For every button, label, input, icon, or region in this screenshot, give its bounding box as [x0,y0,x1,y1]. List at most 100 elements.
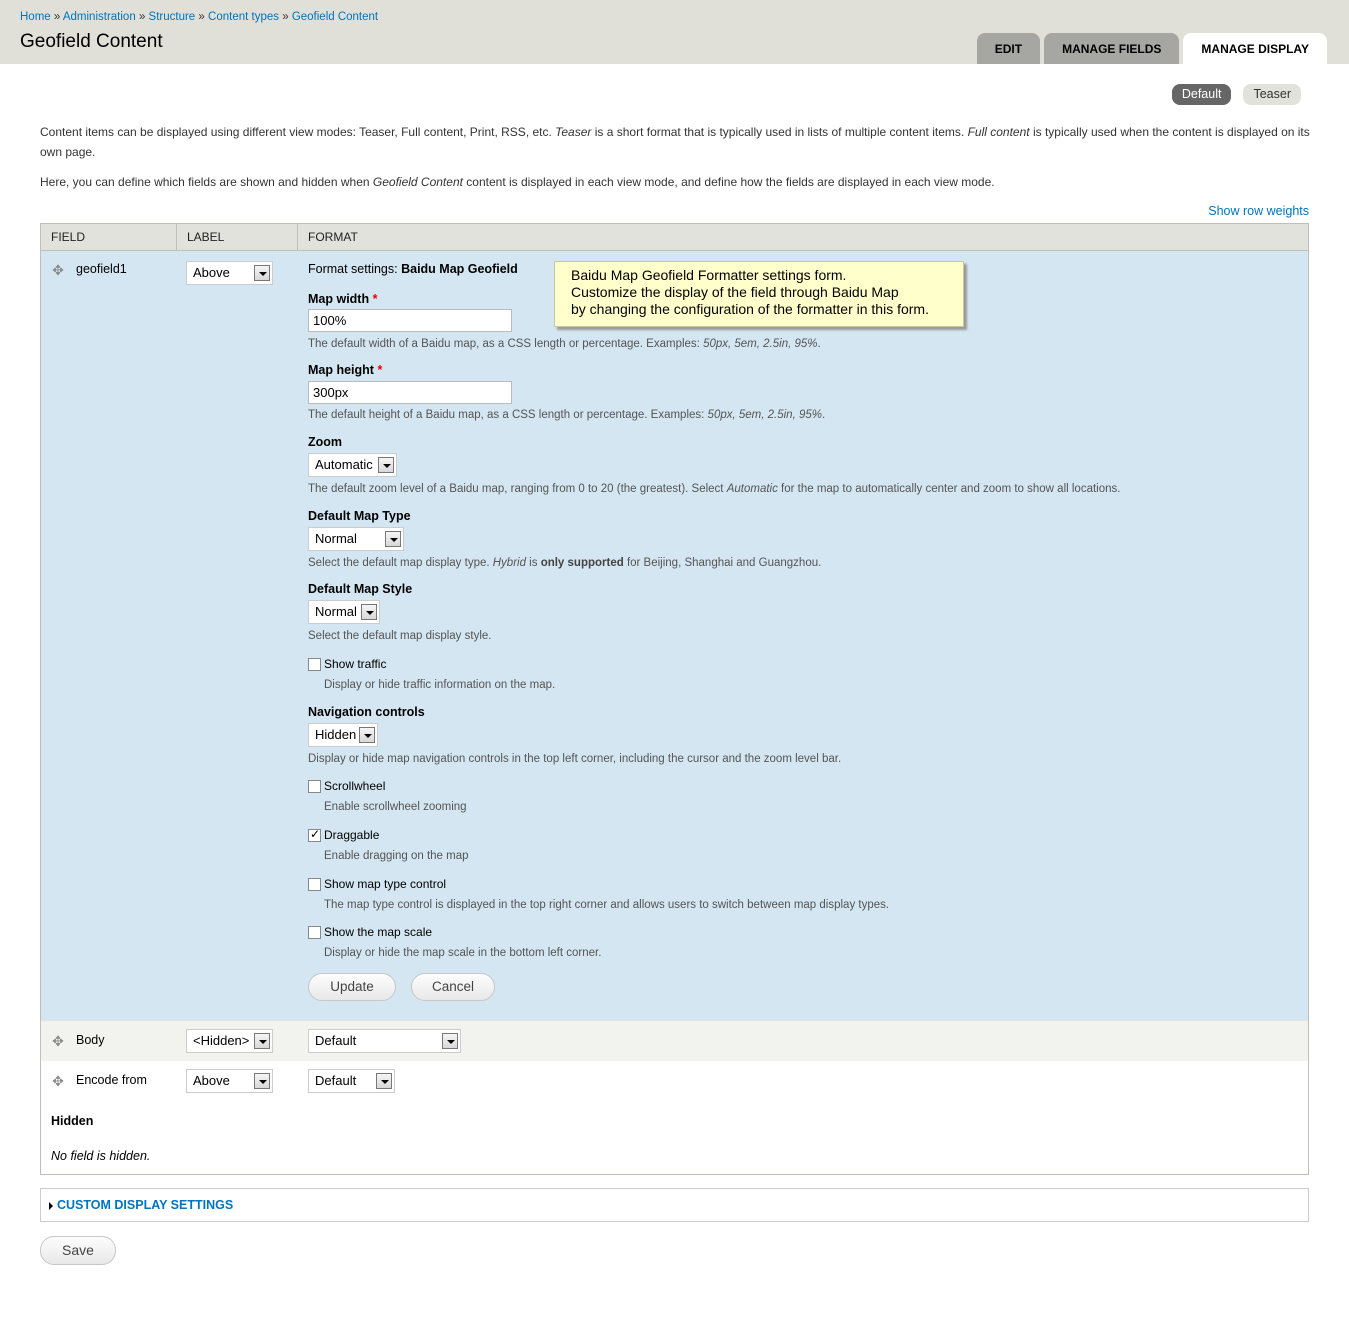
breadcrumb-administration[interactable]: Administration [63,11,136,23]
save-button[interactable]: Save [40,1236,116,1265]
drag-handle-icon[interactable]: ✥ [51,263,65,277]
tooltip-line-3: by changing the configuration of the for… [571,301,929,317]
chevron-down-icon [361,604,377,620]
scrollwheel-checkbox[interactable] [308,780,321,793]
chevron-down-icon [442,1033,458,1049]
tab-manage-fields[interactable]: MANAGE FIELDS [1044,33,1180,64]
update-button[interactable]: Update [308,973,396,1001]
field-name: Body [76,1033,105,1047]
table-header: FIELD LABEL FORMAT [41,224,1308,251]
fields-table: FIELD LABEL FORMAT ✥ geofield1 Above For… [40,223,1309,1175]
navigation-controls-description: Display or hide map navigation controls … [308,753,842,765]
map-type-select-value: Normal [315,531,357,546]
label-select-value: Above [193,265,230,280]
map-type-control-label: Show map type control [324,877,447,891]
table-row-encode-from: ✥ Encode from Above Default [41,1061,1308,1101]
breadcrumb-geofield-content[interactable]: Geofield Content [292,11,378,23]
view-mode-tabs: Default Teaser [1171,84,1301,105]
map-height-input[interactable]: 300px [308,381,512,404]
intro-paragraph-1: Content items can be displayed using dif… [40,125,1310,159]
navigation-controls-label: Navigation controls [308,705,425,719]
map-type-control-checkbox[interactable] [308,878,321,891]
label-select[interactable]: Above [186,1069,273,1093]
navigation-controls-select[interactable]: Hidden [308,723,378,747]
map-style-description: Select the default map display style. [308,630,492,642]
field-name: Encode from [76,1073,147,1087]
breadcrumb-separator: » [282,11,289,23]
no-hidden-message: No field is hidden. [51,1149,151,1163]
breadcrumb: Home » Administration » Structure » Cont… [20,11,378,23]
zoom-label: Zoom [308,435,343,449]
view-mode-default[interactable]: Default [1171,84,1232,105]
zoom-description: The default zoom level of a Baidu map, r… [308,483,1121,495]
formatter-tooltip: Baidu Map Geofield Formatter settings fo… [554,261,964,327]
drag-handle-icon[interactable]: ✥ [51,1074,65,1088]
scrollwheel-label: Scrollwheel [324,779,386,793]
format-settings-title: Format settings: Baidu Map Geofield [308,262,518,276]
zoom-select-value: Automatic [315,457,373,472]
breadcrumb-separator: » [198,11,205,23]
primary-tabs: EDIT MANAGE FIELDS MANAGE DISPLAY [976,33,1327,64]
label-select-value: Above [193,1073,230,1088]
view-mode-teaser[interactable]: Teaser [1243,84,1301,105]
scrollwheel-description: Enable scrollwheel zooming [324,801,467,813]
map-height-label: Map height * [308,363,383,377]
page-title: Geofield Content [20,31,163,52]
intro-paragraph-2: Here, you can define which fields are sh… [40,175,995,189]
show-row-weights-link[interactable]: Show row weights [1208,204,1309,218]
map-width-description: The default width of a Baidu map, as a C… [308,338,821,350]
custom-display-settings-toggle[interactable]: CUSTOM DISPLAY SETTINGS [57,1198,233,1212]
map-scale-description: Display or hide the map scale in the bot… [324,947,602,959]
map-type-control-description: The map type control is displayed in the… [324,899,890,911]
tooltip-line-1: Baidu Map Geofield Formatter settings fo… [571,267,847,283]
draggable-description: Enable dragging on the map [324,850,469,862]
chevron-down-icon [359,727,375,743]
page-header: Home » Administration » Structure » Cont… [0,0,1349,64]
map-style-select[interactable]: Normal [308,600,380,624]
format-select[interactable]: Default [308,1069,395,1093]
map-width-input[interactable]: 100% [308,309,512,332]
tab-edit[interactable]: EDIT [976,33,1041,64]
chevron-down-icon [254,265,270,281]
draggable-label: Draggable [324,828,380,842]
breadcrumb-separator: » [53,11,61,23]
column-header-field: FIELD [41,224,177,251]
format-select-value: Default [315,1033,357,1048]
map-scale-label: Show the map scale [324,925,433,939]
map-scale-checkbox[interactable] [308,926,321,939]
zoom-select[interactable]: Automatic [308,453,397,477]
breadcrumb-structure[interactable]: Structure [149,11,196,23]
breadcrumb-separator: » [138,11,146,23]
format-select[interactable]: Default [308,1029,461,1053]
tab-manage-display[interactable]: MANAGE DISPLAY [1183,33,1327,64]
drag-handle-icon[interactable]: ✥ [51,1034,65,1048]
chevron-down-icon [376,1073,392,1089]
chevron-down-icon [254,1073,270,1089]
show-traffic-label: Show traffic [324,657,387,671]
format-select-value: Default [315,1073,357,1088]
tooltip-line-2: Customize the display of the field throu… [571,284,899,300]
map-height-description: The default height of a Baidu map, as a … [308,409,826,421]
table-row-body: ✥ Body <Hidden> Default [41,1020,1308,1061]
navigation-controls-select-value: Hidden [315,727,357,742]
caret-right-icon [49,1202,53,1210]
column-header-format: FORMAT [308,230,358,244]
hidden-region-title: Hidden [51,1114,94,1128]
chevron-down-icon [378,457,394,473]
map-type-select[interactable]: Normal [308,527,404,551]
label-select[interactable]: Above [186,261,273,285]
label-select-value: <Hidden> [193,1033,250,1048]
label-select[interactable]: <Hidden> [186,1029,273,1053]
table-row-geofield1: ✥ geofield1 Above Format settings: Baidu… [41,251,1308,1020]
column-header-label: LABEL [177,224,298,251]
custom-display-settings-fieldset[interactable]: CUSTOM DISPLAY SETTINGS [40,1188,1309,1222]
show-traffic-checkbox[interactable] [308,658,321,671]
field-name: geofield1 [76,262,127,276]
draggable-checkbox[interactable] [308,827,321,842]
breadcrumb-content-types[interactable]: Content types [208,11,279,23]
chevron-down-icon [385,531,401,547]
breadcrumb-home[interactable]: Home [20,11,51,23]
map-type-label: Default Map Type [308,509,411,523]
map-width-label: Map width * [308,292,378,306]
cancel-button[interactable]: Cancel [411,973,495,1001]
